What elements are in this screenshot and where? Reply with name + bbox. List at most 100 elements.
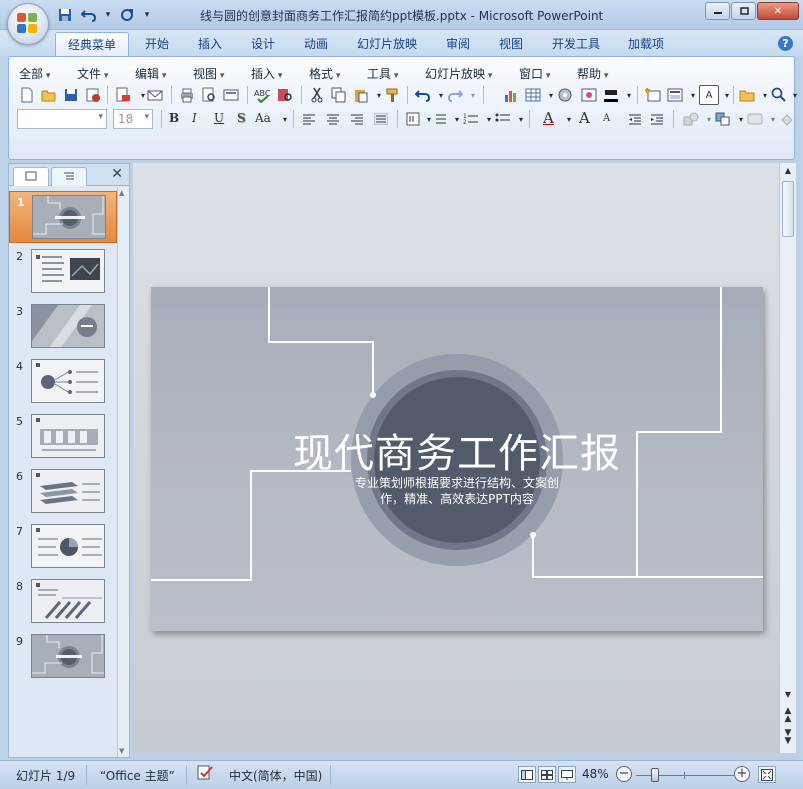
office-button[interactable] bbox=[7, 3, 49, 45]
layout-icon[interactable] bbox=[665, 85, 685, 105]
tab-slide-show[interactable]: 幻灯片放映 bbox=[357, 35, 417, 52]
insert-table-icon[interactable] bbox=[523, 85, 543, 105]
tab-design[interactable]: 设计 bbox=[251, 35, 275, 52]
close-panel-icon[interactable]: ✕ bbox=[111, 166, 123, 182]
menu-slide-show[interactable]: 幻灯片放映 bbox=[425, 65, 492, 82]
slides-tab[interactable] bbox=[13, 167, 49, 186]
align-left-icon[interactable] bbox=[299, 109, 319, 129]
arrange-icon[interactable] bbox=[713, 109, 733, 129]
slide-subtitle[interactable]: 专业策划师根据要求进行结构、文案创 作，精准、高效表达PPT内容 bbox=[337, 475, 577, 507]
font-color-button[interactable]: A bbox=[543, 109, 554, 127]
bullets-icon[interactable] bbox=[493, 109, 513, 129]
slides-panel-scrollbar[interactable]: ▲ ▼ bbox=[117, 187, 129, 757]
language-indicator[interactable]: 中文(简体，中国) bbox=[229, 767, 322, 784]
tab-view[interactable]: 视图 bbox=[499, 35, 523, 52]
print-preview-icon[interactable] bbox=[199, 85, 219, 105]
save-toolbar-icon[interactable] bbox=[61, 85, 81, 105]
increase-indent-icon[interactable] bbox=[647, 109, 667, 129]
menu-view[interactable]: 视图 bbox=[193, 65, 224, 82]
bullets-dropdown-icon[interactable]: ▾ bbox=[511, 109, 531, 129]
normal-view-icon[interactable] bbox=[518, 766, 536, 783]
new-icon[interactable] bbox=[17, 85, 37, 105]
zoom-slider-knob[interactable] bbox=[651, 768, 659, 782]
restore-button[interactable] bbox=[731, 2, 756, 20]
email-icon[interactable] bbox=[145, 85, 165, 105]
zoom-in-icon[interactable]: + bbox=[734, 766, 750, 782]
close-button[interactable]: ✕ bbox=[757, 2, 799, 20]
scroll-down-arrow-icon[interactable]: ▼ bbox=[782, 690, 794, 699]
redo-toolbar-icon[interactable] bbox=[445, 85, 465, 105]
slide-thumbnail-4[interactable]: 4 bbox=[9, 356, 117, 408]
scroll-down-icon[interactable]: ▼ bbox=[119, 747, 124, 755]
slide-thumbnail-3[interactable]: 3 bbox=[9, 301, 117, 353]
help-icon[interactable]: ? bbox=[778, 36, 793, 51]
align-center-icon[interactable] bbox=[323, 109, 343, 129]
tab-classic-menu[interactable]: 经典菜单 bbox=[55, 32, 130, 56]
scroll-up-icon[interactable]: ▲ bbox=[119, 189, 124, 197]
slide-thumbnail-7[interactable]: 7 bbox=[9, 521, 117, 573]
spelling-icon[interactable]: ABC bbox=[253, 85, 273, 105]
italic-button[interactable]: I bbox=[192, 111, 197, 125]
undo-toolbar-icon[interactable] bbox=[413, 85, 433, 105]
tab-review[interactable]: 审阅 bbox=[446, 35, 470, 52]
open-icon[interactable] bbox=[39, 85, 59, 105]
insert-picture-icon[interactable] bbox=[579, 85, 599, 105]
zoom-level[interactable]: 48% bbox=[582, 767, 609, 781]
menu-window[interactable]: 窗口 bbox=[519, 65, 550, 82]
menu-format[interactable]: 格式 bbox=[309, 65, 340, 82]
format-painter-icon[interactable] bbox=[383, 85, 403, 105]
slide-canvas[interactable]: 现代商务工作汇报 专业策划师根据要求进行结构、文案创 作，精准、高效表达PPT内… bbox=[151, 287, 763, 631]
undo-icon[interactable] bbox=[80, 6, 98, 24]
shrink-font-button[interactable]: A bbox=[603, 113, 610, 124]
redo-icon[interactable] bbox=[118, 6, 136, 24]
research-icon[interactable] bbox=[275, 85, 295, 105]
slide-view-icon[interactable] bbox=[221, 85, 241, 105]
decrease-indent-icon[interactable] bbox=[625, 109, 645, 129]
print-icon[interactable] bbox=[177, 85, 197, 105]
slide-show-view-icon[interactable] bbox=[558, 766, 576, 783]
font-name-combo[interactable] bbox=[17, 109, 107, 129]
numbering-icon[interactable]: 12 bbox=[461, 109, 481, 129]
insert-clipart-icon[interactable] bbox=[555, 85, 575, 105]
menu-help[interactable]: 帮助 bbox=[577, 65, 608, 82]
redo-list-icon[interactable]: ▾ bbox=[463, 85, 483, 105]
vertical-scrollbar[interactable]: ▲ ▼ ▲ ▲ ▼ ▼ bbox=[779, 163, 796, 753]
permission-icon[interactable] bbox=[83, 85, 103, 105]
quick-styles-icon[interactable] bbox=[745, 109, 765, 129]
spell-check-icon[interactable] bbox=[196, 764, 216, 785]
paste-icon[interactable] bbox=[351, 85, 371, 105]
font-color-dropdown-icon[interactable]: ▾ bbox=[559, 109, 579, 129]
tab-insert[interactable]: 插入 bbox=[198, 35, 222, 52]
insert-chart-icon[interactable] bbox=[501, 85, 521, 105]
menu-tools[interactable]: 工具 bbox=[367, 65, 398, 82]
outline-tab[interactable] bbox=[51, 167, 87, 186]
change-case-dropdown-icon[interactable]: ▾ bbox=[275, 109, 295, 129]
fill-color-icon[interactable] bbox=[601, 85, 621, 105]
tab-developer[interactable]: 开发工具 bbox=[552, 35, 600, 52]
scroll-thumb[interactable] bbox=[782, 181, 794, 237]
fit-to-window-icon[interactable] bbox=[758, 766, 776, 783]
slide-thumbnail-8[interactable]: 8 bbox=[9, 576, 117, 628]
minimize-button[interactable] bbox=[705, 2, 730, 20]
customize-qat-icon[interactable]: ▾ bbox=[142, 6, 152, 24]
grow-font-button[interactable]: A bbox=[579, 109, 590, 127]
find-dropdown-icon[interactable]: ▾ bbox=[785, 85, 803, 105]
shape-fill-icon[interactable] bbox=[777, 109, 797, 129]
tab-animations[interactable]: 动画 bbox=[304, 35, 328, 52]
zoom-out-icon[interactable]: − bbox=[616, 766, 632, 782]
slide-title[interactable]: 现代商务工作汇报 bbox=[151, 421, 763, 479]
menu-insert[interactable]: 插入 bbox=[251, 65, 282, 82]
theme-name[interactable]: “Office 主题” bbox=[100, 767, 175, 784]
tab-home[interactable]: 开始 bbox=[145, 35, 169, 52]
underline-button[interactable]: U bbox=[214, 111, 224, 125]
align-right-icon[interactable] bbox=[347, 109, 367, 129]
slide-thumbnail-2[interactable]: 2 bbox=[9, 246, 117, 298]
export-pdf-icon[interactable] bbox=[113, 85, 133, 105]
text-box-icon[interactable]: A bbox=[699, 85, 719, 105]
slide-thumbnail-1[interactable]: 1 bbox=[9, 191, 117, 243]
slide-thumbnail-9[interactable]: 9 bbox=[9, 631, 117, 683]
font-size-combo[interactable]: 18 bbox=[113, 109, 153, 129]
slide-sorter-view-icon[interactable] bbox=[538, 766, 556, 783]
new-slide-icon[interactable] bbox=[643, 85, 663, 105]
shapes-icon[interactable] bbox=[681, 109, 701, 129]
